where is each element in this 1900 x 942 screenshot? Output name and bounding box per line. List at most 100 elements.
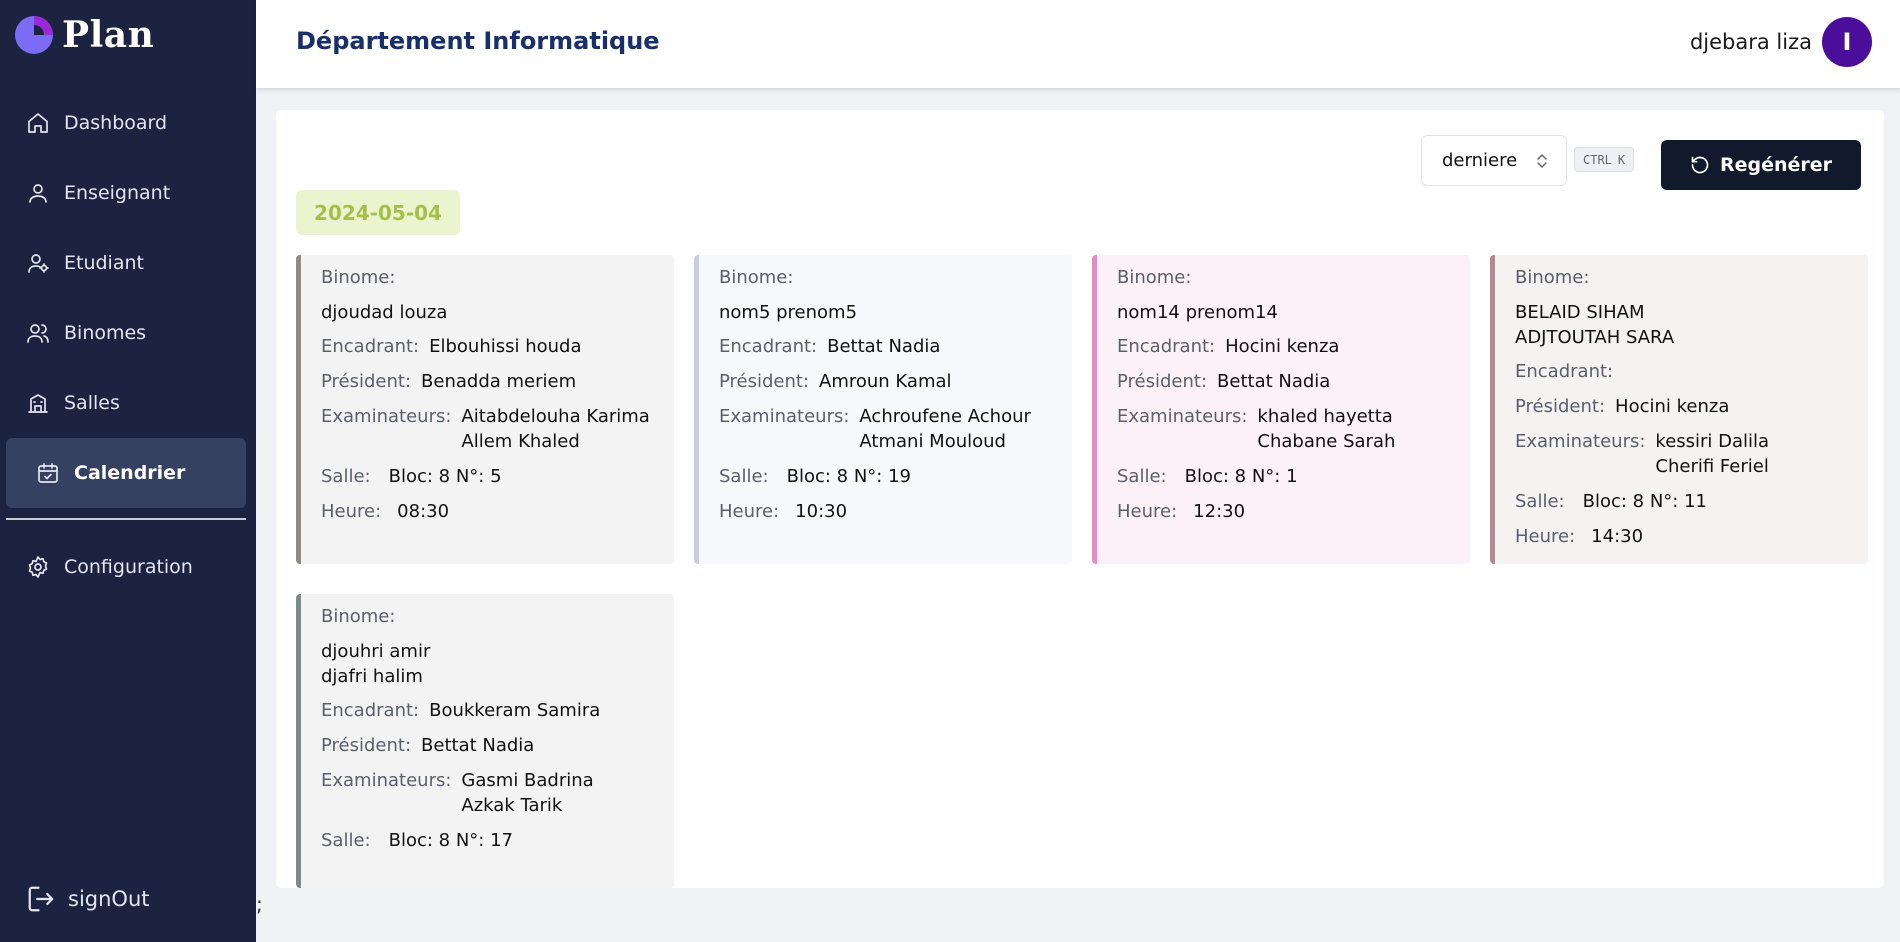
app-name: Plan	[62, 14, 155, 56]
president-value-line: Amroun Kamal	[819, 371, 952, 392]
president-row: Président: Bettat Nadia	[321, 733, 654, 758]
binome-label: Binome:	[321, 606, 396, 627]
keyboard-shortcut-hint: CTRL K	[1574, 147, 1635, 172]
president-row: Président: Amroun Kamal	[719, 369, 1052, 394]
date-badge: 2024-05-04	[296, 190, 460, 235]
heure-row: Heure: 14:30	[1515, 524, 1848, 549]
binome-names: BELAID SIHAM ADJTOUTAH SARA	[1515, 300, 1848, 350]
encadrant-label: Encadrant:	[1117, 336, 1216, 357]
version-select[interactable]: derniere	[1421, 135, 1567, 186]
app-logo[interactable]: Plan	[14, 14, 154, 56]
encadrant-value-line: Boukkeram Samira	[429, 700, 601, 721]
binome-names: nom5 prenom5	[719, 300, 1052, 325]
examinateurs-row: Examinateurs: Achroufene Achour Atmani Mou…	[719, 404, 1052, 454]
sidebar-item-label: Etudiant	[64, 252, 144, 274]
student-name: djoudad louza	[321, 302, 448, 323]
sidebar-item-label: Dashboard	[64, 112, 168, 134]
examinateurs-value-line: Chabane Sarah	[1257, 431, 1396, 452]
examinateurs-value-line: Gasmi Badrina	[461, 770, 594, 791]
salle-row: Salle: Bloc: 8 N°: 17	[321, 828, 654, 853]
president-value-line: Bettat Nadia	[1217, 371, 1331, 392]
examinateurs-label: Examinateurs:	[719, 406, 850, 427]
sidebar-item-dashboard[interactable]: Dashboard	[6, 88, 246, 158]
user-name: djebara liza	[1689, 30, 1812, 54]
examinateurs-label: Examinateurs:	[321, 406, 452, 427]
sidebar-item-etudiant[interactable]: Etudiant	[6, 228, 246, 298]
president-value: Hocini kenza	[1615, 394, 1729, 419]
binome-label: Binome:	[719, 267, 794, 288]
sidebar-item-label: Calendrier	[74, 462, 186, 484]
sidebar-item-salles[interactable]: Salles	[6, 368, 246, 438]
sidebar-divider	[6, 518, 246, 520]
session-card[interactable]: Binome: BELAID SIHAM ADJTOUTAH SARA Encadra…	[1490, 255, 1868, 564]
encadrant-value-line: Bettat Nadia	[827, 336, 941, 357]
session-card[interactable]: Binome: djoudad louza Encadrant: Elbouhissi…	[296, 255, 674, 564]
heure-value-line: 10:30	[795, 501, 848, 522]
user-menu[interactable]: djebara liza I	[1690, 17, 1872, 67]
heure-value-line: 14:30	[1591, 526, 1644, 547]
heure-value: 14:30	[1591, 524, 1643, 549]
sidebar-item-enseignant[interactable]: Enseignant	[6, 158, 246, 228]
heure-value-line: 08:30	[397, 501, 450, 522]
encadrant-row: Encadrant: Boukkeram Samira	[321, 698, 654, 723]
regenerate-label: Regénérer	[1719, 154, 1833, 176]
session-card[interactable]: Binome: nom14 prenom14 Encadrant: Hocini ke…	[1092, 255, 1470, 564]
logo-icon	[15, 16, 53, 54]
examinateurs-value-line: Allem Khaled	[461, 431, 580, 452]
salle-value: Bloc: 8 N°: 1	[1185, 464, 1298, 489]
top-header: Département Informatique djebara liza I	[256, 0, 1900, 88]
user-icon	[29, 184, 47, 203]
encadrant-row: Encadrant: Hocini kenza	[1117, 334, 1450, 359]
salle-value-line: Bloc: 8 N°: 5	[388, 466, 502, 487]
salle-value-line: Bloc: 8 N°: 19	[786, 466, 911, 487]
version-select-value: derniere	[1442, 150, 1518, 171]
heure-row: Heure: 08:30	[321, 499, 654, 524]
sidebar-item-configuration[interactable]: Configuration	[6, 532, 246, 602]
president-value: Amroun Kamal	[819, 369, 952, 394]
examinateurs-value-line: kessiri Dalila	[1655, 431, 1770, 452]
examinateurs-value-line: Achroufene Achour	[859, 406, 1031, 427]
examinateurs-value: Achroufene Achour Atmani Mouloud	[859, 404, 1030, 454]
heure-label: Heure:	[1117, 501, 1178, 522]
encadrant-value: Elbouhissi houda	[429, 334, 581, 359]
examinateurs-value: kessiri Dalila Cherifi Feriel	[1655, 429, 1769, 479]
examinateurs-value-line: Azkak Tarik	[461, 795, 563, 816]
salle-value-line: Bloc: 8 N°: 1	[1184, 466, 1298, 487]
encadrant-value: Bettat Nadia	[827, 334, 940, 359]
regenerate-button[interactable]: Regénérer	[1661, 140, 1861, 190]
session-card[interactable]: Binome: nom5 prenom5 Encadrant: Bettat Nadi…	[694, 255, 1072, 564]
salle-value: Bloc: 8 N°: 11	[1583, 489, 1707, 514]
binome-label: Binome:	[1117, 267, 1192, 288]
examinateurs-label: Examinateurs:	[1117, 406, 1248, 427]
president-value-line: Benadda meriem	[421, 371, 577, 392]
chevron-up-down-icon	[1537, 154, 1547, 168]
sidebar-item-label: Salles	[64, 392, 120, 414]
heure-value: 10:30	[795, 499, 847, 524]
examinateurs-value-line: Atmani Mouloud	[859, 431, 1006, 452]
sidebar-item-binomes[interactable]: Binomes	[6, 298, 246, 368]
examinateurs-label: Examinateurs:	[1515, 431, 1646, 452]
encadrant-label: Encadrant:	[321, 700, 420, 721]
examinateurs-row: Examinateurs: kessiri Dalila Cherifi Ferie…	[1515, 429, 1848, 479]
heure-value-line: 12:30	[1193, 501, 1246, 522]
page-title: Département Informatique	[296, 27, 660, 55]
shortcut-key: K	[1617, 152, 1626, 167]
avatar[interactable]: I	[1822, 17, 1872, 67]
sidebar-item-calendrier[interactable]: Calendrier	[6, 438, 246, 508]
examinateurs-label: Examinateurs:	[321, 770, 452, 791]
session-card[interactable]: Binome: djouhri amir djafri halim Encadrant…	[296, 594, 674, 888]
president-row: Président: Hocini kenza	[1515, 394, 1848, 419]
examinateurs-value-line: Cherifi Feriel	[1655, 456, 1769, 477]
heure-value: 12:30	[1193, 499, 1245, 524]
president-label: Président:	[321, 371, 412, 392]
users-icon	[27, 324, 49, 343]
binome-names: nom14 prenom14	[1117, 300, 1450, 325]
encadrant-label: Encadrant:	[321, 336, 420, 357]
sidebar-item-label: Configuration	[64, 556, 193, 578]
heure-value: 08:30	[397, 499, 449, 524]
signout-button[interactable]: signOut	[26, 884, 150, 914]
student-name: nom5 prenom5	[719, 302, 858, 323]
logout-icon	[28, 886, 54, 912]
student-name: BELAID SIHAM	[1515, 302, 1645, 323]
encadrant-value-line: Hocini kenza	[1225, 336, 1340, 357]
